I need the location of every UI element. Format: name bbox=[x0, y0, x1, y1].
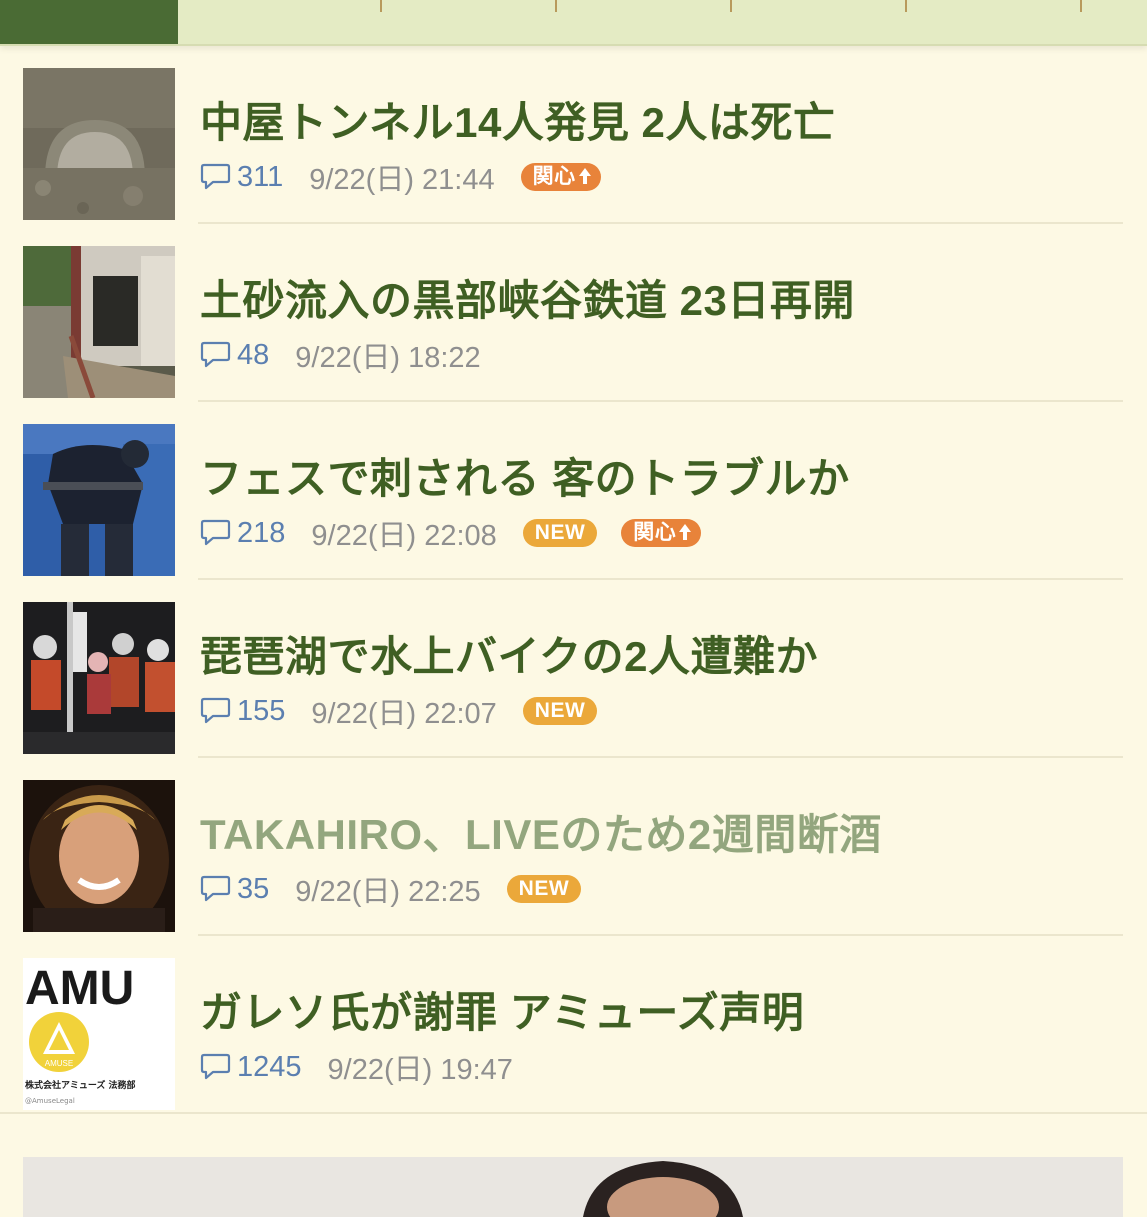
article-item[interactable]: TAKAHIRO、LIVEのため2週間断酒 35 9/22(日) 22:25 N… bbox=[0, 758, 1147, 936]
comment-count: 35 bbox=[237, 872, 270, 905]
feature-photo-icon bbox=[23, 1157, 1123, 1217]
amuse-logo-icon: AMU AMUSE 株式会社アミューズ 法務部 @AmuseLegal bbox=[23, 958, 175, 1110]
comment-count: 155 bbox=[237, 694, 286, 727]
article-date: 9/22(日) 22:08 bbox=[311, 520, 497, 552]
comment-link[interactable]: 48 bbox=[200, 339, 269, 372]
thumbnail-railway[interactable] bbox=[23, 246, 175, 398]
arrow-up-icon bbox=[679, 524, 692, 540]
tab-4[interactable] bbox=[732, 0, 907, 12]
comment-icon bbox=[200, 1053, 231, 1080]
police-photo-icon bbox=[23, 424, 175, 576]
railway-photo-icon bbox=[23, 246, 175, 398]
comment-link[interactable]: 155 bbox=[200, 695, 285, 728]
article-date: 9/22(日) 21:44 bbox=[309, 164, 495, 196]
article-item[interactable]: 土砂流入の黒部峡谷鉄道 23日再開 48 9/22(日) 18:22 bbox=[0, 224, 1147, 402]
article-item[interactable]: AMU AMUSE 株式会社アミューズ 法務部 @AmuseLegal ガレソ氏… bbox=[0, 936, 1147, 1114]
interest-badge: 関心 bbox=[520, 163, 601, 191]
tab-separator bbox=[1080, 0, 1082, 12]
interest-badge-label: 関心 bbox=[633, 521, 677, 544]
article-date: 9/22(日) 18:22 bbox=[295, 342, 481, 374]
article-meta: 218 9/22(日) 22:08 NEW 関心 bbox=[200, 516, 725, 552]
article-date: 9/22(日) 22:07 bbox=[311, 698, 497, 730]
interest-badge-label: 関心 bbox=[532, 165, 576, 188]
article-date: 9/22(日) 19:47 bbox=[327, 1054, 513, 1086]
comment-icon bbox=[200, 875, 231, 902]
comment-count: 218 bbox=[237, 516, 286, 549]
amuse-caption: 株式会社アミューズ 法務部 bbox=[25, 1079, 136, 1091]
tunnel-photo-icon bbox=[23, 68, 175, 220]
thumbnail-portrait[interactable] bbox=[23, 780, 175, 932]
article-title[interactable]: フェスで刺される 客のトラブルか bbox=[200, 454, 850, 504]
comment-icon bbox=[200, 341, 231, 368]
article-meta: 1245 9/22(日) 19:47 bbox=[200, 1050, 539, 1086]
comment-link[interactable]: 311 bbox=[200, 161, 283, 194]
comment-count: 1245 bbox=[237, 1050, 302, 1083]
article-title[interactable]: 土砂流入の黒部峡谷鉄道 23日再開 bbox=[200, 276, 855, 326]
comment-link[interactable]: 1245 bbox=[200, 1051, 302, 1084]
article-date: 9/22(日) 22:25 bbox=[295, 876, 481, 908]
tab-2[interactable] bbox=[382, 0, 557, 12]
comment-link[interactable]: 35 bbox=[200, 873, 269, 906]
new-badge: NEW bbox=[522, 519, 598, 547]
divider bbox=[0, 1112, 1147, 1114]
arrow-up-icon bbox=[578, 168, 591, 184]
tab-1[interactable] bbox=[178, 0, 382, 12]
thumbnail-amuse[interactable]: AMU AMUSE 株式会社アミューズ 法務部 @AmuseLegal bbox=[23, 958, 175, 1110]
top-tab-bar bbox=[0, 0, 1147, 46]
article-meta: 311 9/22(日) 21:44 関心 bbox=[200, 160, 625, 196]
amuse-badge-text: AMUSE bbox=[45, 1059, 73, 1068]
article-meta: 35 9/22(日) 22:25 NEW bbox=[200, 872, 605, 908]
article-meta: 48 9/22(日) 18:22 bbox=[200, 338, 507, 374]
thumbnail-tunnel[interactable] bbox=[23, 68, 175, 220]
rescue-photo-icon bbox=[23, 602, 175, 754]
comment-icon bbox=[200, 163, 231, 190]
article-item[interactable]: 琵琶湖で水上バイクの2人遭難か 155 9/22(日) 22:07 NEW bbox=[0, 580, 1147, 758]
article-title[interactable]: 琵琶湖で水上バイクの2人遭難か bbox=[200, 632, 818, 682]
tab-active[interactable] bbox=[0, 0, 178, 44]
comment-count: 311 bbox=[237, 160, 284, 193]
feature-card[interactable] bbox=[23, 1157, 1123, 1217]
article-meta: 155 9/22(日) 22:07 NEW bbox=[200, 694, 621, 730]
article-title[interactable]: TAKAHIRO、LIVEのため2週間断酒 bbox=[200, 810, 882, 860]
article-title[interactable]: ガレソ氏が謝罪 アミューズ声明 bbox=[200, 988, 804, 1038]
comment-icon bbox=[200, 697, 231, 724]
portrait-photo-icon bbox=[23, 780, 175, 932]
comment-link[interactable]: 218 bbox=[200, 517, 285, 550]
tab-5[interactable] bbox=[907, 0, 1082, 12]
article-title[interactable]: 中屋トンネル14人発見 2人は死亡 bbox=[200, 98, 835, 148]
amuse-handle: @AmuseLegal bbox=[25, 1097, 75, 1105]
comment-count: 48 bbox=[237, 338, 270, 371]
new-badge: NEW bbox=[506, 875, 582, 903]
interest-badge: 関心 bbox=[621, 519, 702, 547]
thumbnail-police[interactable] bbox=[23, 424, 175, 576]
amuse-logo-text: AMU bbox=[25, 962, 134, 1015]
thumbnail-rescue[interactable] bbox=[23, 602, 175, 754]
article-item[interactable]: フェスで刺される 客のトラブルか 218 9/22(日) 22:08 NEW 関… bbox=[0, 402, 1147, 580]
new-badge: NEW bbox=[522, 697, 598, 725]
article-item[interactable]: 中屋トンネル14人発見 2人は死亡 311 9/22(日) 21:44 関心 bbox=[0, 46, 1147, 224]
tab-3[interactable] bbox=[557, 0, 732, 12]
comment-icon bbox=[200, 519, 231, 546]
